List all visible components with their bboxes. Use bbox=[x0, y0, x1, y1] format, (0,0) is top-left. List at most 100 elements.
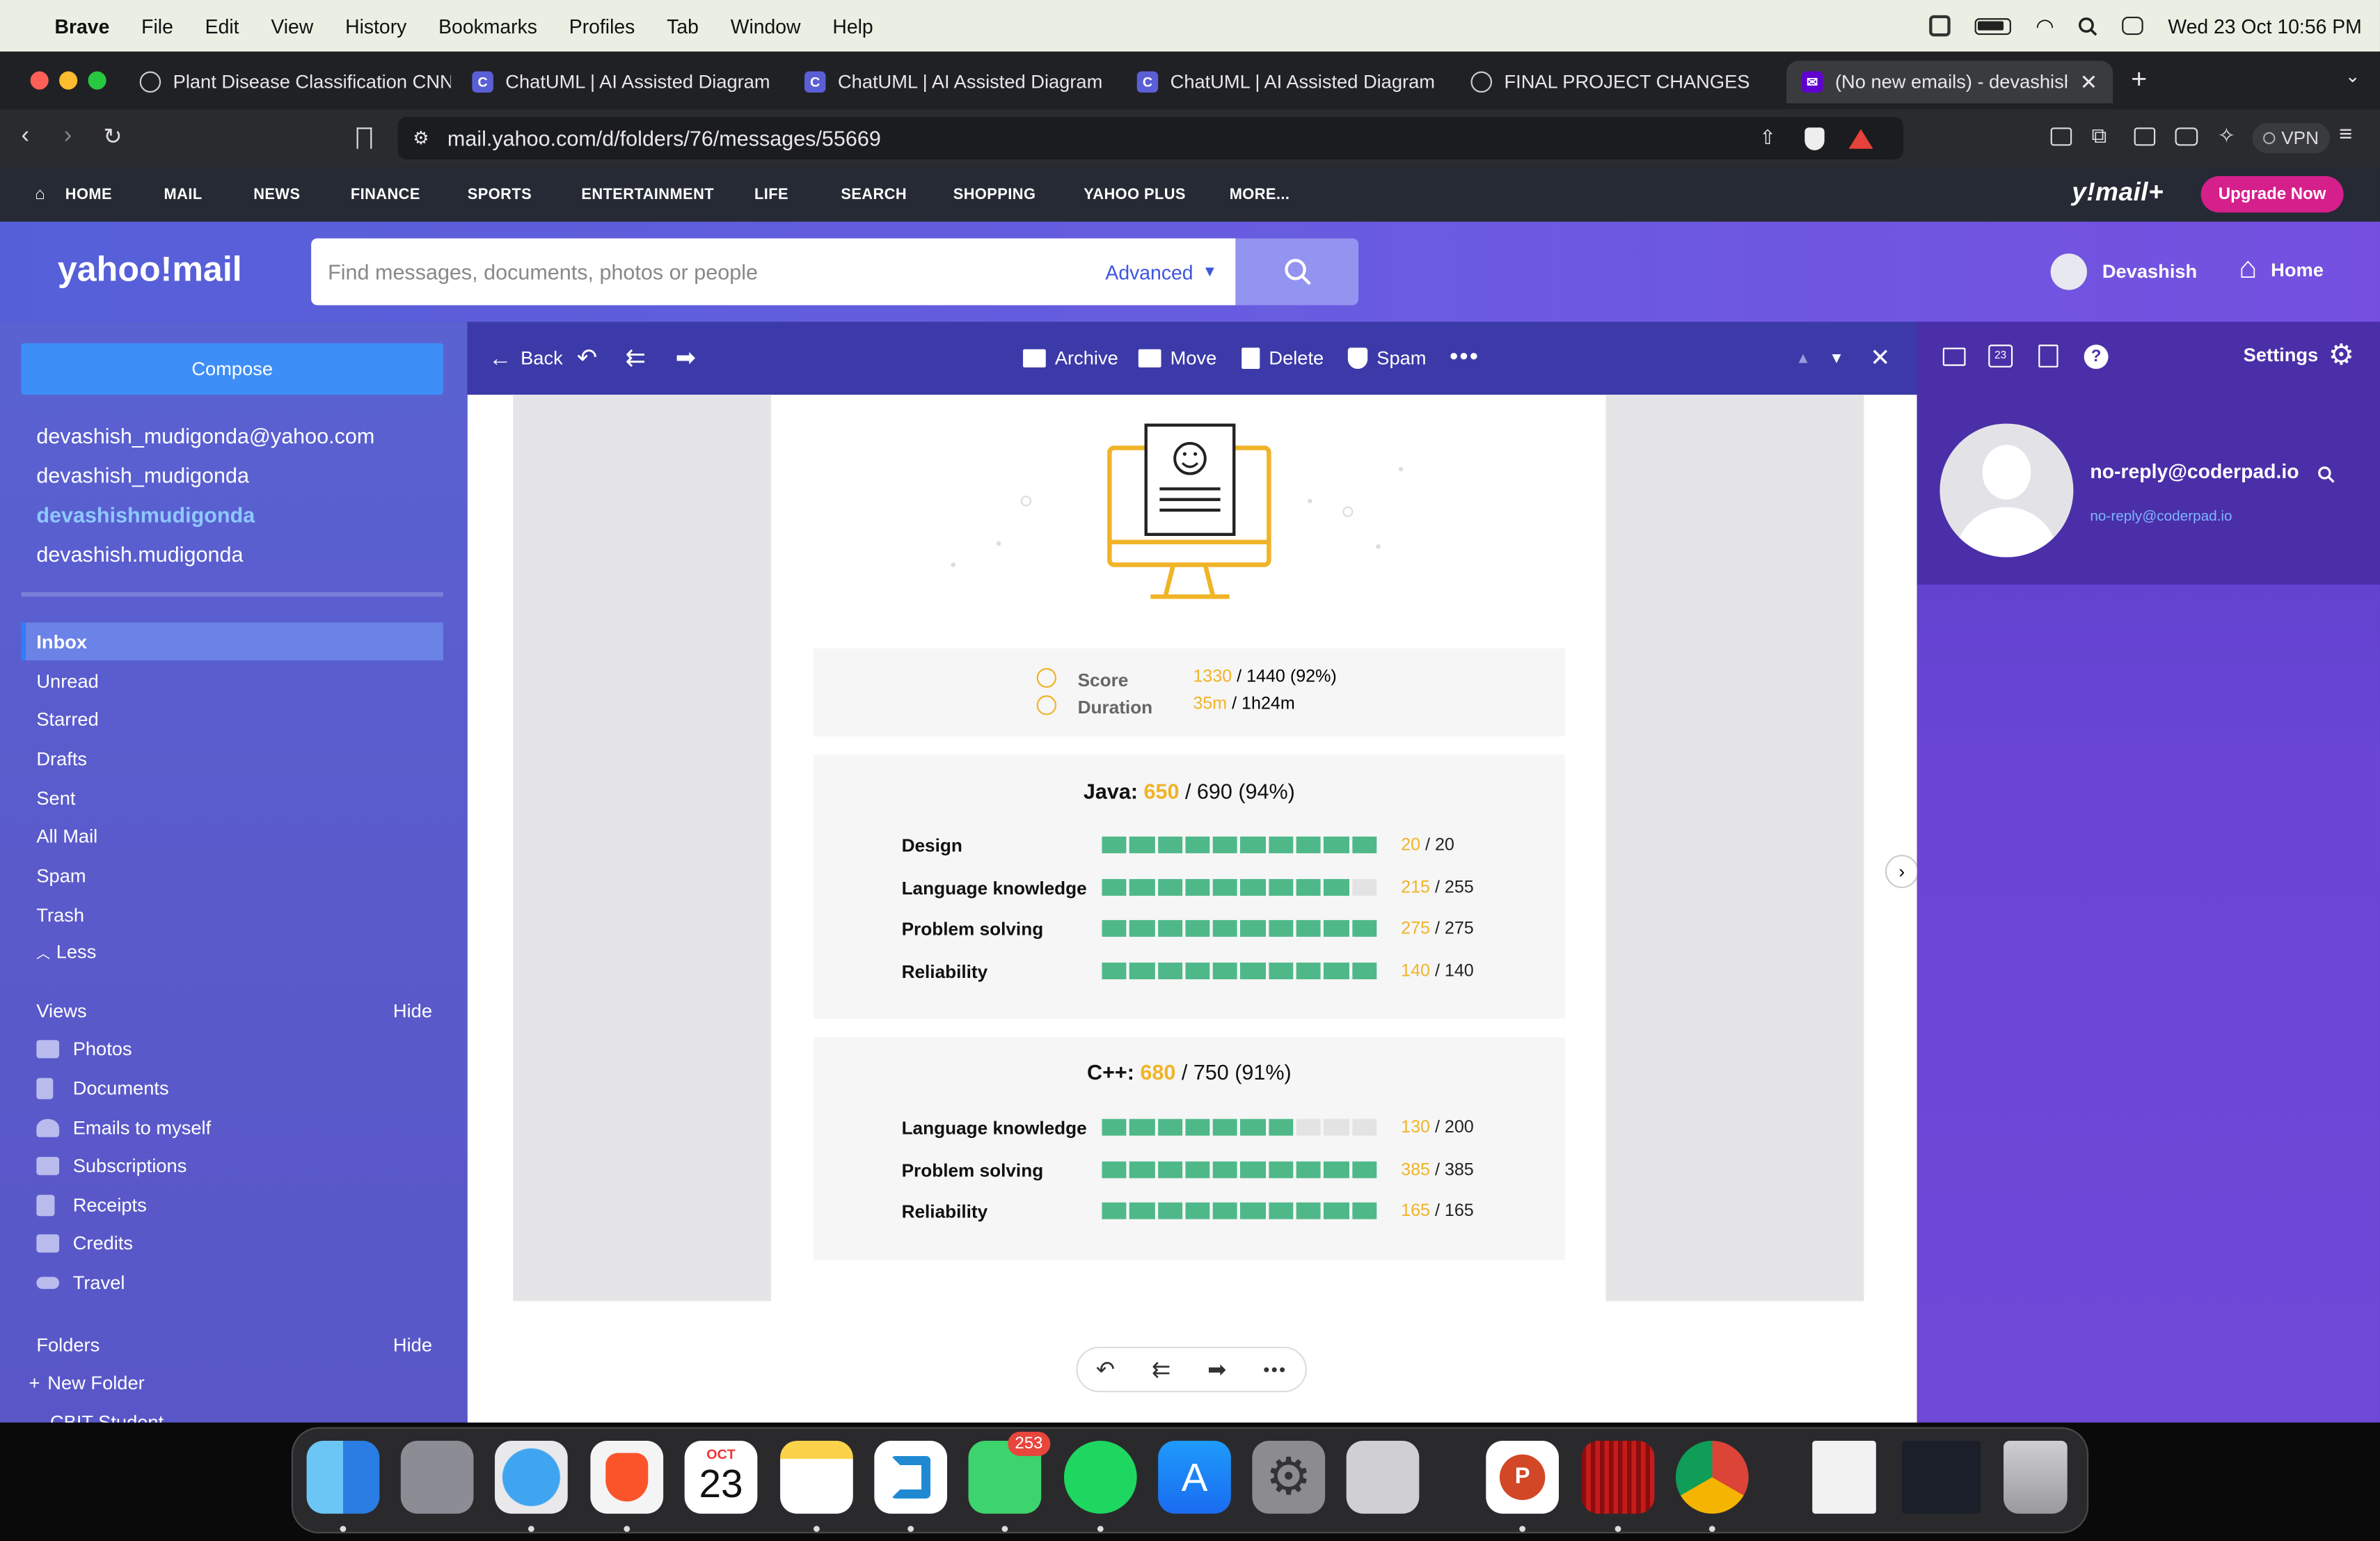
sender-name[interactable]: no-reply@coderpad.io bbox=[2090, 460, 2299, 483]
folder-item[interactable]: CBIT Student bbox=[50, 1412, 164, 1423]
search-icon[interactable] bbox=[2318, 466, 2335, 483]
control-center-icon[interactable] bbox=[2122, 16, 2144, 35]
forward-nav-icon[interactable]: › bbox=[64, 123, 72, 150]
menu-window[interactable]: Window bbox=[731, 15, 801, 38]
account-item[interactable]: devashish_mudigonda@yahoo.com bbox=[36, 424, 374, 448]
extensions-icon[interactable]: ⧉ bbox=[2092, 123, 2107, 149]
forward-icon[interactable]: ➡ bbox=[1207, 1356, 1226, 1383]
zoom-window-button[interactable] bbox=[88, 71, 106, 90]
wallet-icon[interactable] bbox=[2175, 127, 2198, 146]
tab-chatuml-1[interactable]: C ChatUML | AI Assisted Diagram G bbox=[472, 61, 776, 103]
nav-home[interactable]: HOME bbox=[65, 187, 112, 203]
folder-all-mail[interactable]: All Mail bbox=[36, 826, 97, 848]
split-view-icon[interactable] bbox=[2134, 127, 2156, 146]
battery-icon[interactable] bbox=[1974, 17, 2012, 35]
home-link[interactable]: ⌂ Home bbox=[2239, 252, 2324, 287]
app-store-icon[interactable]: A bbox=[1158, 1441, 1231, 1514]
recent-document-icon[interactable] bbox=[1812, 1441, 1876, 1514]
menu-help[interactable]: Help bbox=[832, 15, 873, 38]
bookmark-icon[interactable] bbox=[356, 127, 372, 149]
sender-email-link[interactable]: no-reply@coderpad.io bbox=[2090, 509, 2232, 525]
calendar-icon[interactable]: 23 bbox=[1988, 345, 2013, 368]
brave-status-icon[interactable] bbox=[1929, 15, 1951, 37]
menu-view[interactable]: View bbox=[271, 15, 313, 38]
account-item[interactable]: devashish.mudigonda bbox=[36, 542, 243, 567]
contacts-icon[interactable] bbox=[1942, 347, 1966, 366]
compose-button[interactable]: Compose bbox=[21, 342, 443, 395]
tab-chatuml-2[interactable]: C ChatUML | AI Assisted Diagram G bbox=[804, 61, 1108, 103]
menu-edit[interactable]: Edit bbox=[205, 15, 239, 38]
view-travel[interactable]: Travel bbox=[36, 1272, 125, 1293]
folder-sent[interactable]: Sent bbox=[36, 788, 75, 809]
back-button[interactable]: ← Back bbox=[489, 322, 562, 395]
view-emails-to-myself[interactable]: Emails to myself bbox=[36, 1117, 211, 1139]
yahoo-mail-logo[interactable]: yahoo!mail bbox=[58, 249, 242, 290]
reply-icon[interactable]: ↶ bbox=[577, 322, 597, 395]
menu-app-name[interactable]: Brave bbox=[55, 15, 110, 38]
nav-news[interactable]: NEWS bbox=[253, 187, 300, 203]
url-text[interactable]: mail.yahoo.com/d/folders/76/messages/556… bbox=[447, 126, 881, 150]
tab-chatuml-3[interactable]: C ChatUML | AI Assisted Diagram G bbox=[1136, 61, 1441, 103]
system-settings-icon[interactable]: ⚙ bbox=[1252, 1441, 1326, 1514]
more-actions-icon[interactable]: ••• bbox=[1263, 1359, 1287, 1380]
recent-screenshot-icon[interactable] bbox=[1901, 1441, 1981, 1514]
folder-drafts[interactable]: Drafts bbox=[36, 748, 87, 770]
sidebar-divider[interactable] bbox=[21, 592, 443, 597]
reply-icon[interactable]: ↶ bbox=[1096, 1356, 1115, 1383]
reply-all-icon[interactable]: ⇇ bbox=[626, 322, 646, 395]
tab-final-project[interactable]: FINAL PROJECT CHANGES bbox=[1470, 61, 1774, 103]
folders-hide-button[interactable]: Hide bbox=[393, 1334, 432, 1356]
vpn-button[interactable]: VPN bbox=[2252, 123, 2330, 154]
folder-starred[interactable]: Starred bbox=[36, 709, 98, 731]
brave-browser-icon[interactable] bbox=[590, 1441, 664, 1514]
whatsapp-icon[interactable]: 253 bbox=[968, 1431, 1051, 1514]
account-item-selected[interactable]: devashishmudigonda bbox=[36, 503, 255, 527]
nav-mail[interactable]: MAIL bbox=[164, 187, 203, 203]
brave-shields-icon[interactable] bbox=[1804, 127, 1825, 150]
menu-profiles[interactable]: Profiles bbox=[569, 15, 635, 38]
view-documents[interactable]: Documents bbox=[36, 1077, 169, 1100]
vscode-icon[interactable] bbox=[874, 1441, 948, 1514]
less-toggle[interactable]: ︿ Less bbox=[36, 941, 96, 963]
share-icon[interactable]: ⇧ bbox=[1759, 126, 1776, 150]
nav-entertainment[interactable]: ENTERTAINMENT bbox=[581, 187, 714, 203]
nav-sports[interactable]: SPORTS bbox=[468, 187, 532, 203]
folder-unread[interactable]: Unread bbox=[36, 671, 98, 693]
calendar-app-icon[interactable]: OCT 23 bbox=[684, 1441, 758, 1514]
sidebar-toggle-icon[interactable] bbox=[2050, 127, 2072, 146]
notepad-icon[interactable] bbox=[2038, 345, 2058, 368]
spam-button[interactable]: Spam bbox=[1347, 322, 1426, 395]
powerpoint-icon[interactable]: P bbox=[1486, 1441, 1559, 1514]
safari-icon[interactable] bbox=[495, 1441, 568, 1514]
brave-rewards-icon[interactable] bbox=[1848, 128, 1873, 148]
help-icon[interactable]: ? bbox=[2084, 345, 2109, 370]
reply-all-icon[interactable]: ⇇ bbox=[1152, 1356, 1171, 1383]
previous-message-icon[interactable]: ▲ bbox=[1795, 322, 1811, 395]
view-credits[interactable]: Credits bbox=[36, 1233, 133, 1254]
advanced-search-button[interactable]: Advanced ▼ bbox=[1105, 260, 1217, 283]
search-input[interactable]: Find messages, documents, photos or peop… bbox=[311, 238, 1236, 306]
new-tab-button[interactable]: + bbox=[2131, 64, 2147, 96]
notes-icon[interactable] bbox=[780, 1441, 853, 1514]
close-message-icon[interactable]: ✕ bbox=[1870, 322, 1890, 395]
next-message-icon[interactable]: ▼ bbox=[1829, 322, 1844, 395]
new-folder-button[interactable]: + New Folder bbox=[29, 1373, 144, 1394]
nav-yahoo-plus[interactable]: YAHOO PLUS bbox=[1084, 187, 1186, 203]
nav-life[interactable]: LIFE bbox=[754, 187, 788, 203]
folder-spam[interactable]: Spam bbox=[36, 865, 86, 887]
tab-plant-disease[interactable]: Plant Disease Classification CNN bbox=[139, 61, 451, 103]
reload-icon[interactable]: ↻ bbox=[103, 123, 122, 150]
browser-menu-icon[interactable]: ≡ bbox=[2339, 122, 2352, 148]
nav-search[interactable]: SEARCH bbox=[841, 187, 907, 203]
gear-icon[interactable]: ⚙ bbox=[2329, 338, 2354, 373]
address-bar[interactable]: ⚙ mail.yahoo.com/d/folders/76/messages/5… bbox=[397, 116, 1904, 160]
leo-ai-icon[interactable]: ✧ bbox=[2218, 123, 2236, 149]
spotlight-search-icon[interactable] bbox=[2079, 16, 2098, 35]
more-actions-icon[interactable]: ••• bbox=[1450, 322, 1479, 395]
close-window-button[interactable] bbox=[30, 71, 49, 90]
expand-pane-button[interactable]: › bbox=[1885, 855, 1919, 889]
spotify-icon[interactable] bbox=[1063, 1441, 1137, 1514]
folder-trash[interactable]: Trash bbox=[36, 905, 84, 926]
clock[interactable]: Wed 23 Oct 10:56 PM bbox=[2168, 15, 2361, 38]
trash-bin-icon[interactable] bbox=[2004, 1441, 2068, 1514]
